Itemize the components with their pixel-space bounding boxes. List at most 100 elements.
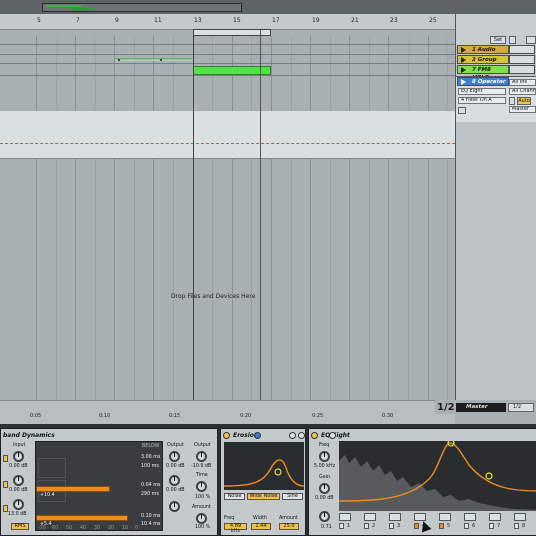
release-high[interactable]: 100 ms bbox=[141, 464, 159, 469]
band-solo-high[interactable] bbox=[3, 455, 8, 462]
overview-strip[interactable] bbox=[0, 0, 536, 14]
filter-type-1[interactable] bbox=[339, 513, 351, 521]
track-fold-icon[interactable] bbox=[461, 79, 466, 85]
device-eq-eight[interactable]: EQ Eight Freq 5.00 kHz Gain 0.00 dB 0.71 bbox=[308, 428, 536, 536]
track-lane-operator[interactable] bbox=[0, 111, 455, 159]
automation-device-chooser[interactable]: EQ Eight bbox=[458, 88, 506, 95]
mid-gain-knob[interactable] bbox=[13, 475, 24, 486]
monitor-auto-button[interactable]: Auto bbox=[517, 97, 531, 105]
output-knob[interactable] bbox=[169, 451, 180, 462]
device-power-icon[interactable] bbox=[311, 432, 318, 439]
mode-noise-button[interactable]: Noise bbox=[224, 493, 245, 500]
header-toggle-button[interactable] bbox=[526, 36, 536, 44]
device-info-icon[interactable] bbox=[254, 432, 261, 439]
device-chain: band Dynamics Input 0.00 dB 0.00 dB 13.0… bbox=[0, 424, 536, 536]
device-config-icon[interactable] bbox=[329, 432, 336, 439]
rms-button[interactable]: RMS bbox=[11, 523, 29, 530]
erosion-spectrum-display[interactable] bbox=[224, 442, 304, 490]
track-header-operator[interactable]: 8 Operator bbox=[457, 77, 509, 86]
track-activator[interactable] bbox=[458, 107, 466, 114]
eq-q-knob[interactable] bbox=[319, 511, 330, 522]
arrangement-view[interactable]: Drop Files and Devices Here bbox=[0, 36, 455, 400]
track-header-audio[interactable]: 1 Audio bbox=[457, 45, 509, 54]
master-track-header[interactable]: Master bbox=[456, 403, 506, 412]
time-value: 100 % bbox=[195, 495, 211, 500]
amount-knob[interactable] bbox=[196, 513, 207, 524]
device-close-icon[interactable] bbox=[298, 432, 305, 439]
time-label-knob: Time bbox=[196, 473, 208, 478]
automation-curve[interactable] bbox=[115, 57, 192, 62]
band-level-low[interactable] bbox=[36, 515, 128, 521]
filter-type-5[interactable] bbox=[439, 513, 451, 521]
track-fold-icon[interactable] bbox=[461, 47, 466, 53]
output-knob-2[interactable] bbox=[169, 475, 180, 486]
filter-on-8[interactable] bbox=[514, 523, 519, 529]
width-value[interactable]: 1.44 bbox=[251, 523, 271, 530]
time-knob[interactable] bbox=[196, 481, 207, 492]
automation-param-chooser[interactable]: 4 Filter On A bbox=[458, 97, 506, 104]
filter-on-5[interactable] bbox=[439, 523, 444, 529]
freq-value[interactable]: 4.89 kHz bbox=[224, 523, 247, 534]
input-knob[interactable] bbox=[13, 451, 24, 462]
output-chooser[interactable]: Master bbox=[509, 106, 536, 113]
grid-fraction[interactable]: 1/2 bbox=[437, 402, 455, 413]
time-ruler[interactable]: 0:05 0:10 0:15 0:20 0:25 0:30 bbox=[0, 400, 455, 424]
filter-on-1[interactable] bbox=[339, 523, 344, 529]
mode-wide-noise-button[interactable]: Wide Noise bbox=[247, 493, 280, 500]
set-locator-button[interactable]: Set bbox=[490, 36, 506, 44]
input-type-chooser[interactable]: All Ins bbox=[509, 79, 536, 86]
attack-mid[interactable]: 0.04 ms bbox=[141, 483, 160, 488]
filter-type-3[interactable] bbox=[389, 513, 401, 521]
attack-high[interactable]: 3.00 ms bbox=[141, 455, 160, 460]
filter-on-6[interactable] bbox=[464, 523, 469, 529]
device-multiband-dynamics[interactable]: band Dynamics Input 0.00 dB 0.00 dB 13.0… bbox=[0, 428, 218, 536]
release-mid[interactable]: 290 ms bbox=[141, 492, 159, 497]
multiband-display[interactable]: BELOW +10.4 +5.4 3.00 ms 100 ms 0.04 ms … bbox=[35, 441, 163, 531]
band-box-high bbox=[38, 458, 66, 478]
filter-type-6[interactable] bbox=[464, 513, 476, 521]
filter-on-2[interactable] bbox=[364, 523, 369, 529]
track-header-fm8[interactable]: 7 FM8 MELD bbox=[457, 65, 509, 81]
monitor-in-button[interactable] bbox=[509, 97, 515, 105]
eq-freq-knob[interactable] bbox=[319, 451, 330, 462]
track-fold-icon[interactable] bbox=[461, 57, 466, 63]
eq-gain-knob[interactable] bbox=[319, 483, 330, 494]
low-gain-knob[interactable] bbox=[13, 499, 24, 510]
band-level-mid[interactable] bbox=[36, 486, 110, 492]
bar-number: 25 bbox=[429, 17, 437, 24]
filter-on-7[interactable] bbox=[489, 523, 494, 529]
track-header-top: Set bbox=[456, 14, 536, 45]
output-value-2: 0.00 dB bbox=[166, 488, 185, 493]
band-number: 2 bbox=[372, 523, 376, 529]
device-power-icon[interactable] bbox=[223, 432, 230, 439]
track-lane-audio[interactable] bbox=[0, 36, 455, 45]
output-label-2: Output bbox=[194, 443, 211, 448]
track-header-group[interactable]: 2 Group bbox=[457, 55, 509, 64]
beat-time-ruler[interactable]: 5 7 9 11 13 15 17 19 21 23 25 bbox=[0, 14, 455, 30]
track-controls-fm8[interactable] bbox=[509, 65, 535, 74]
eq-spectrum-display[interactable] bbox=[339, 441, 536, 511]
track-lane-group-2[interactable] bbox=[0, 55, 455, 64]
input-channel-chooser[interactable]: All Channels bbox=[509, 88, 536, 95]
device-menu-icon[interactable] bbox=[289, 432, 296, 439]
device-erosion[interactable]: Erosion Noise Wide Noise Sine Freq Width… bbox=[220, 428, 306, 536]
band-solo-low[interactable] bbox=[3, 505, 8, 512]
track-fold-icon[interactable] bbox=[461, 67, 466, 73]
attack-low[interactable]: 0.10 ms bbox=[141, 514, 160, 519]
filter-on-3[interactable] bbox=[389, 523, 394, 529]
track-controls-audio[interactable] bbox=[509, 45, 535, 54]
time-label: 0:30 bbox=[382, 413, 394, 419]
bar-number: 5 bbox=[37, 17, 41, 24]
filter-type-2[interactable] bbox=[364, 513, 376, 521]
filter-type-8[interactable] bbox=[514, 513, 526, 521]
amount-value[interactable]: 25.0 bbox=[279, 523, 299, 530]
prev-locator-button[interactable] bbox=[509, 36, 516, 44]
global-output-knob[interactable] bbox=[196, 451, 207, 462]
track-controls-group[interactable] bbox=[509, 55, 535, 64]
master-value-box[interactable]: 1/2 bbox=[508, 403, 534, 412]
band-solo-mid[interactable] bbox=[3, 481, 8, 488]
filter-type-7[interactable] bbox=[489, 513, 501, 521]
track-lane-group[interactable] bbox=[0, 45, 455, 55]
mode-sine-button[interactable]: Sine bbox=[282, 493, 303, 500]
output-knob-3[interactable] bbox=[169, 501, 180, 512]
